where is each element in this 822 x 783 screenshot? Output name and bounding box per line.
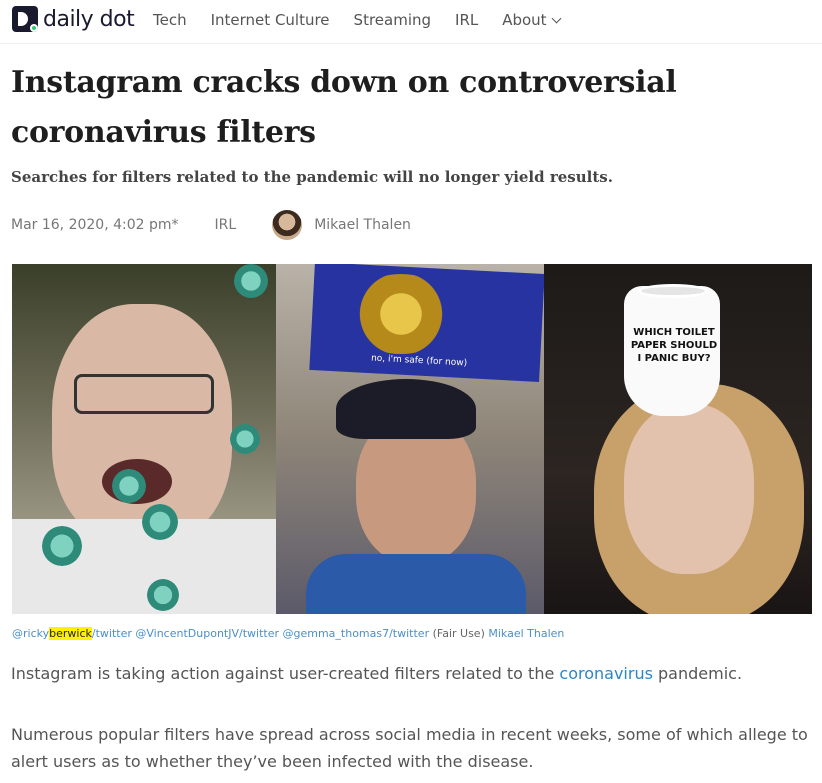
article-headline: Instagram cracks down on controversial c… [11, 65, 677, 150]
category-link[interactable]: IRL [215, 217, 237, 233]
image-panel-3: WHICH TOILET PAPER SHOULD I PANIC BUY? [544, 264, 812, 614]
fair-use-label: (Fair Use) [432, 627, 485, 640]
top-nav: daily dot Tech Internet Culture Streamin… [0, 0, 822, 44]
image-credit: @rickyberwick/twitter @VincentDupontJV/t… [12, 627, 564, 640]
nav-item-irl[interactable]: IRL [455, 11, 478, 29]
body-paragraph-1: Instagram is taking action against user-… [11, 664, 743, 683]
site-logo[interactable]: daily dot [12, 6, 135, 32]
article-meta: Mar 16, 2020, 4:02 pm* IRL Mikael Thalen [11, 210, 411, 240]
author-avatar[interactable] [272, 210, 303, 240]
nav-item-streaming[interactable]: Streaming [354, 11, 431, 29]
logo-text: daily dot [43, 6, 135, 32]
hero-image: no, i'm safe (for now) WHICH TOILET PAPE… [12, 264, 812, 614]
body-paragraph-2: Numerous popular filters have spread acr… [11, 725, 808, 771]
credit-link-2[interactable]: @VincentDupontJV/twitter [135, 627, 279, 640]
nav-item-about-label: About [502, 11, 547, 29]
nav-item-about[interactable]: About [502, 11, 562, 29]
image-panel-1 [12, 264, 276, 614]
nav-item-tech[interactable]: Tech [153, 11, 187, 29]
credit-link-1[interactable]: @rickyberwick/twitter [12, 627, 132, 640]
article-dek: Searches for filters related to the pand… [11, 168, 613, 186]
toilet-paper-text: WHICH TOILET PAPER SHOULD I PANIC BUY? [630, 327, 718, 364]
image-panel-2: no, i'm safe (for now) [276, 264, 544, 614]
nav-menu: Tech Internet Culture Streaming IRL Abou… [153, 11, 562, 29]
credit-author-link[interactable]: Mikael Thalen [488, 627, 564, 640]
publish-date: Mar 16, 2020, 4:02 pm* [11, 217, 179, 233]
chevron-down-icon [551, 13, 562, 24]
credit-link-3[interactable]: @gemma_thomas7/twitter [282, 627, 429, 640]
coronavirus-link[interactable]: coronavirus [559, 664, 653, 683]
nav-item-internet-culture[interactable]: Internet Culture [211, 11, 330, 29]
author-link[interactable]: Mikael Thalen [314, 217, 411, 233]
logo-icon [12, 6, 38, 32]
